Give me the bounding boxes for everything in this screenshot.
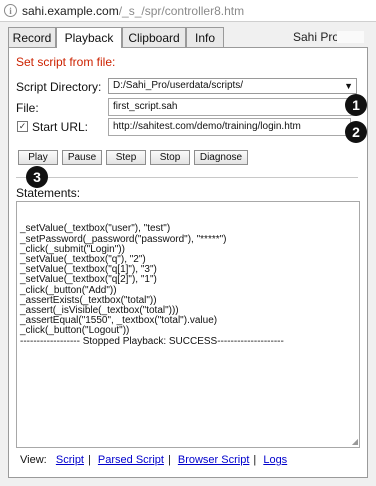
checkmark-icon: ✓ bbox=[18, 121, 27, 131]
callout-marker-1: 1 bbox=[345, 94, 367, 116]
script-directory-value: D:/Sahi_Pro/userdata/scripts/ bbox=[113, 80, 244, 91]
callout-marker-2: 2 bbox=[345, 121, 367, 143]
script-directory-select[interactable]: D:/Sahi_Pro/userdata/scripts/ ▼ bbox=[108, 78, 357, 94]
view-link-browser-script[interactable]: Browser Script bbox=[178, 454, 250, 466]
resize-grip-icon[interactable]: ◢ bbox=[352, 438, 358, 446]
panel-heading: Set script from file: bbox=[16, 55, 116, 69]
script-directory-label: Script Directory: bbox=[16, 80, 102, 94]
brand-badge bbox=[337, 31, 364, 43]
diagnose-button[interactable]: Diagnose bbox=[194, 150, 248, 165]
view-link-script[interactable]: Script bbox=[56, 454, 84, 466]
view-label: View: bbox=[20, 454, 47, 466]
view-links: View: Script | Parsed Script | Browser Scr… bbox=[20, 454, 287, 466]
stop-button[interactable]: Stop bbox=[150, 150, 190, 165]
view-link-logs[interactable]: Logs bbox=[263, 454, 287, 466]
play-button[interactable]: Play bbox=[18, 150, 58, 165]
tab-record[interactable]: Record bbox=[8, 27, 56, 47]
info-icon[interactable]: i bbox=[4, 4, 17, 17]
statements-label: Statements: bbox=[16, 186, 81, 200]
tab-clipboard[interactable]: Clipboard bbox=[122, 27, 186, 47]
playback-panel: Set script from file: Script Directory: … bbox=[8, 47, 368, 478]
statement-line: ------------------ Stopped Playback: SUC… bbox=[20, 335, 284, 347]
url-path: /_s_/spr/controller8.htm bbox=[118, 3, 245, 18]
dropdown-arrow-icon: ▼ bbox=[344, 81, 353, 91]
pause-button[interactable]: Pause bbox=[62, 150, 102, 165]
start-url-input[interactable]: http://sahitest.com/demo/training/login.… bbox=[108, 118, 351, 136]
statements-content: _setValue(_textbox("user"), "test") _setP… bbox=[20, 224, 356, 347]
address-bar[interactable]: i sahi.example.com /_s_/spr/controller8.… bbox=[0, 0, 376, 22]
step-button[interactable]: Step bbox=[106, 150, 146, 165]
link-separator: | bbox=[167, 454, 171, 466]
tab-playback[interactable]: Playback bbox=[56, 27, 122, 48]
start-url-label: Start URL: bbox=[32, 120, 89, 134]
url-host: sahi.example.com bbox=[22, 3, 119, 18]
view-link-parsed-script[interactable]: Parsed Script bbox=[98, 454, 164, 466]
separator bbox=[16, 177, 358, 178]
tab-info[interactable]: Info bbox=[186, 27, 224, 47]
statements-textarea[interactable]: _setValue(_textbox("user"), "test") _setP… bbox=[16, 201, 360, 448]
file-input[interactable]: first_script.sah bbox=[108, 98, 357, 116]
link-separator: | bbox=[88, 454, 91, 466]
link-separator: | bbox=[253, 454, 257, 466]
brand-label: Sahi Pro bbox=[293, 30, 340, 44]
callout-marker-3: 3 bbox=[26, 166, 48, 188]
start-url-checkbox[interactable]: ✓ bbox=[17, 121, 28, 132]
file-label: File: bbox=[16, 101, 39, 115]
